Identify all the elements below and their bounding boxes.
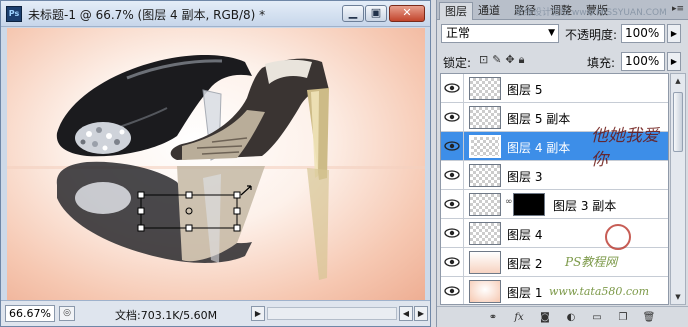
minimize-button[interactable]: ▁ (342, 5, 364, 22)
layer-thumbnail (469, 251, 501, 274)
opacity-field[interactable]: 100% (621, 24, 665, 43)
new-layer-icon[interactable]: ❐ (615, 310, 631, 325)
layer-name: 图层 2 (507, 257, 543, 271)
rhinestone-bow (75, 122, 131, 154)
eye-icon[interactable] (444, 285, 460, 297)
opacity-arrow[interactable]: ▶ (667, 24, 681, 43)
fx-icon[interactable]: fx (511, 310, 527, 325)
blend-mode-select[interactable]: 正常 ▼ (441, 24, 559, 43)
fill-field[interactable]: 100% (621, 52, 665, 71)
document-title: 未标题-1 @ 66.7% (图层 4 副本, RGB/8) * (28, 8, 266, 22)
layer-row[interactable]: 图层 2 (441, 248, 668, 277)
document-statusbar: 66.67% ◎ 文档:703.1K/5.60M ▶ ◀ ▶ (1, 300, 430, 326)
scroll-left-button[interactable]: ◀ (399, 306, 413, 321)
divider (463, 74, 464, 102)
layer-row-selected[interactable]: 图层 4 副本 (441, 132, 668, 161)
fill-arrow[interactable]: ▶ (667, 52, 681, 71)
mask-icon[interactable]: ◙ (537, 310, 553, 325)
photoshop-app-icon: Ps (6, 6, 22, 22)
fill-label: 填充: (587, 56, 616, 70)
trash-icon[interactable]: 🗑︎ (641, 310, 657, 325)
tab-layers[interactable]: 图层 (439, 2, 473, 20)
divider (463, 103, 464, 131)
chain-link-icon[interactable]: ∞ (505, 197, 513, 207)
link-icon[interactable]: ⚭ (485, 310, 501, 325)
document-window: Ps 未标题-1 @ 66.7% (图层 4 副本, RGB/8) * ▁ ▣ … (0, 0, 431, 327)
scroll-up-icon[interactable]: ▲ (671, 74, 685, 88)
layer-thumbnail (469, 164, 501, 187)
layer-row[interactable]: 图层 5 (441, 74, 668, 103)
opacity-label: 不透明度: (565, 28, 618, 42)
horizontal-scrollbar[interactable] (267, 307, 397, 320)
group-icon[interactable]: ▭ (589, 310, 605, 325)
divider (463, 161, 464, 189)
lock-icons[interactable]: ⊡✎✥🔒︎ (479, 53, 529, 67)
document-size-info[interactable]: 文档:703.1K/5.60M (115, 307, 217, 323)
divider (463, 248, 464, 276)
divider (463, 219, 464, 247)
tab-adjustments[interactable]: 调整 (545, 2, 577, 20)
close-icon: ✕ (402, 6, 412, 19)
minimize-icon: ▁ (348, 6, 358, 19)
layer-row[interactable]: ∞ 图层 3 副本 (441, 190, 668, 219)
eye-icon[interactable] (444, 227, 460, 239)
layer-name: 图层 1 (507, 286, 543, 300)
restore-icon: ▣ (370, 6, 382, 19)
layers-scrollbar[interactable]: ▲ ▼ (670, 73, 686, 305)
layer-name: 图层 5 副本 (507, 112, 571, 126)
layers-panel: 图层 通道 路径 调整 蒙版 思缘设计论坛 www.MISSYUAN.COM ▸… (436, 0, 688, 327)
layer-name: 图层 5 (507, 83, 543, 97)
divider (463, 190, 464, 218)
divider (463, 277, 464, 304)
canvas-area (7, 28, 425, 300)
scroll-down-icon[interactable]: ▼ (671, 290, 685, 304)
close-button[interactable]: ✕ (389, 5, 425, 22)
zoom-field[interactable]: 66.67% (5, 305, 55, 322)
tab-masks[interactable]: 蒙版 (581, 2, 613, 20)
panel-menu-icon[interactable]: ▸≡ (671, 3, 685, 16)
eye-icon[interactable] (444, 198, 460, 210)
layer-thumbnail (469, 193, 501, 216)
layer-row[interactable]: 图层 1 (441, 277, 668, 304)
layer-row[interactable]: 图层 5 副本 (441, 103, 668, 132)
seal-stamp (605, 224, 631, 250)
layer-mask-thumbnail[interactable] (513, 193, 545, 216)
lock-label: 锁定: (443, 56, 472, 70)
eye-icon[interactable] (444, 82, 460, 94)
scroll-right-button[interactable]: ▶ (414, 306, 428, 321)
tab-channels[interactable]: 通道 (473, 2, 505, 20)
divider (463, 132, 464, 160)
shoe-artwork (7, 55, 425, 280)
adjustment-icon[interactable]: ◐ (563, 310, 579, 325)
document-titlebar[interactable]: Ps 未标题-1 @ 66.7% (图层 4 副本, RGB/8) * ▁ ▣ … (1, 1, 430, 27)
layer-thumbnail (469, 280, 501, 303)
scroll-thumb[interactable] (673, 92, 683, 152)
photoshop-workspace: Ps 未标题-1 @ 66.7% (图层 4 副本, RGB/8) * ▁ ▣ … (0, 0, 688, 327)
eye-icon[interactable] (444, 111, 460, 123)
panel-tabs: 图层 通道 路径 调整 蒙版 思缘设计论坛 www.MISSYUAN.COM ▸… (437, 0, 688, 20)
blend-mode-value: 正常 (446, 26, 471, 40)
navigator-icon[interactable]: ◎ (59, 306, 75, 321)
layer-row[interactable]: 图层 3 (441, 161, 668, 190)
layer-thumbnail (469, 77, 501, 100)
layer-name: 图层 3 (507, 170, 543, 184)
panel-footer: ⚭ fx ◙ ◐ ▭ ❐ 🗑︎ (437, 306, 688, 327)
layer-row[interactable]: 图层 4 (441, 219, 668, 248)
layer-thumbnail (469, 135, 501, 158)
layer-thumbnail (469, 222, 501, 245)
status-next-button[interactable]: ▶ (251, 306, 265, 321)
chevron-down-icon: ▼ (548, 28, 555, 38)
document-canvas[interactable] (7, 28, 425, 300)
restore-button[interactable]: ▣ (365, 5, 387, 22)
eye-icon[interactable] (444, 256, 460, 268)
layer-thumbnail (469, 106, 501, 129)
layer-name: 图层 3 副本 (553, 199, 617, 213)
eye-icon[interactable] (444, 169, 460, 181)
layer-name: 图层 4 副本 (507, 141, 571, 155)
eye-icon[interactable] (444, 140, 460, 152)
layers-list: 图层 5 图层 5 副本 图层 4 副本 图层 3 ∞ 图层 3 副本 图层 4… (440, 73, 669, 305)
layer-name: 图层 4 (507, 228, 543, 242)
tab-paths[interactable]: 路径 (509, 2, 541, 20)
